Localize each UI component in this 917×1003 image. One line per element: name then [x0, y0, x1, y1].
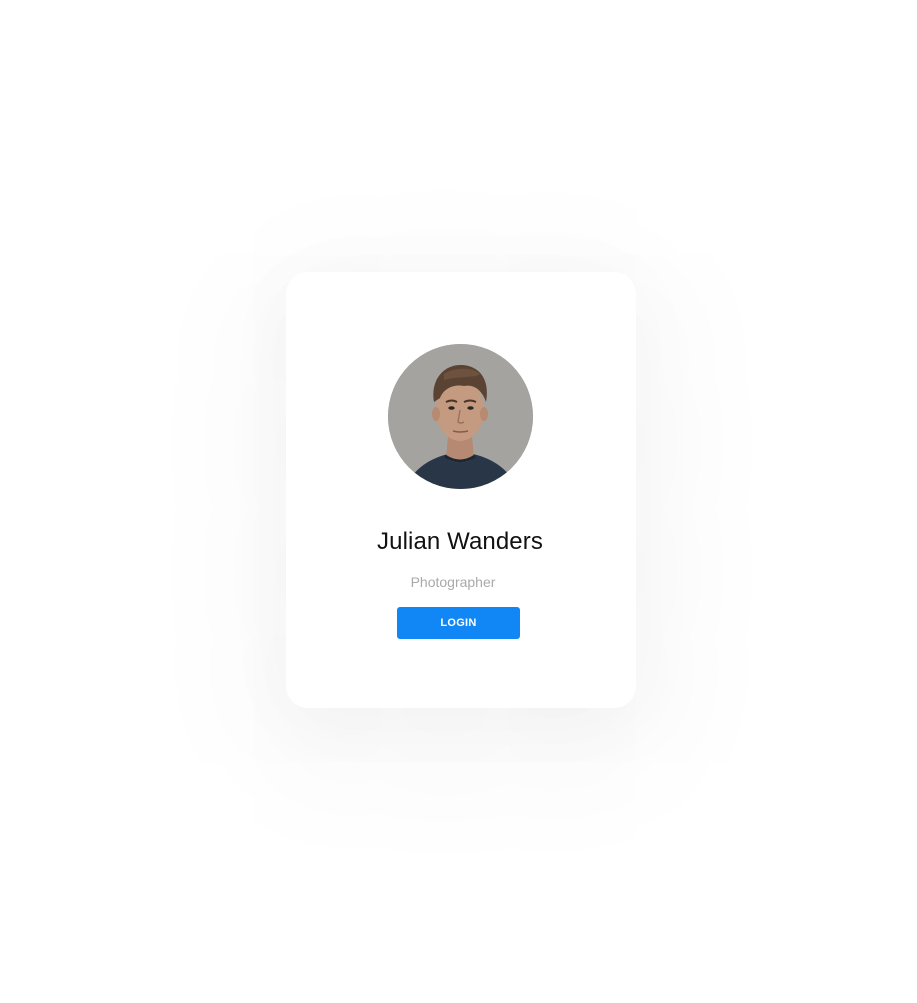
avatar	[388, 344, 533, 489]
profile-name: Julian Wanders	[377, 528, 543, 555]
avatar-photo	[388, 344, 533, 489]
page: Julian Wanders Photographer LOGIN	[0, 0, 917, 1003]
profile-card: Julian Wanders Photographer LOGIN	[286, 272, 636, 708]
profile-role: Photographer	[410, 574, 496, 590]
login-button[interactable]: LOGIN	[397, 607, 520, 639]
